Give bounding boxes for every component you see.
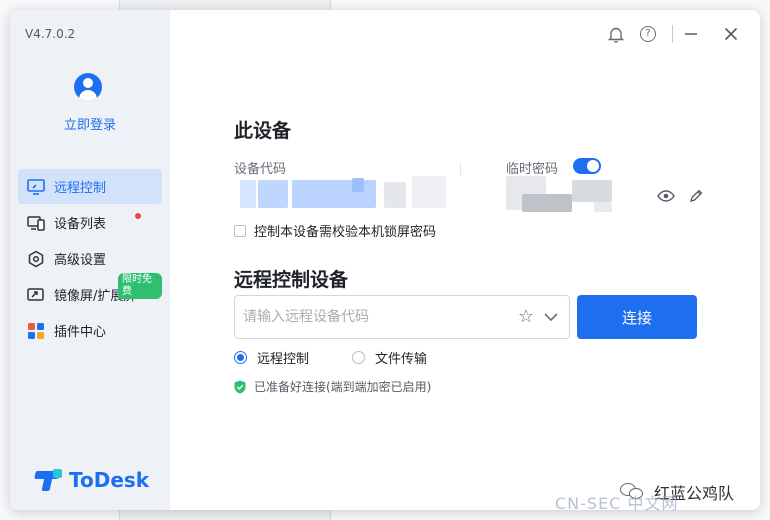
sidebar-item-plugins[interactable]: 插件中心 bbox=[18, 313, 162, 348]
sidebar-item-label: 设备列表 bbox=[54, 217, 107, 232]
login-link[interactable]: 立即登录 bbox=[10, 114, 170, 133]
mode-label: 文件传输 bbox=[375, 352, 428, 367]
field-divider bbox=[460, 162, 461, 176]
chevron-down-icon[interactable] bbox=[541, 307, 561, 327]
promo-badge: 限时免费 bbox=[118, 273, 162, 299]
plugins-icon bbox=[26, 321, 46, 341]
settings-hex-icon bbox=[26, 249, 46, 269]
todesk-logo-icon bbox=[34, 469, 63, 491]
mode-remote-control[interactable]: 远程控制 bbox=[234, 348, 309, 367]
status-text: 已准备好连接(端到端加密已启用) bbox=[254, 380, 432, 394]
lock-password-checkbox[interactable] bbox=[234, 224, 246, 237]
radio-file-transfer[interactable] bbox=[352, 351, 365, 364]
eye-icon[interactable] bbox=[656, 186, 676, 206]
sidebar-item-label: 高级设置 bbox=[54, 253, 107, 268]
device-code-label: 设备代码 bbox=[234, 162, 287, 177]
remote-code-input[interactable] bbox=[236, 297, 496, 337]
site-watermark: CN-SEC 中文网 bbox=[555, 494, 679, 513]
sidebar: V4.7.0.2 立即登录 远程控制 设备列表 高级设置 镜像屏/扩展屏 限时免… bbox=[10, 10, 170, 510]
star-icon[interactable]: ☆ bbox=[516, 307, 536, 327]
temp-password-label: 临时密码 bbox=[506, 162, 559, 177]
connection-status: 已准备好连接(端到端加密已启用) bbox=[234, 378, 431, 395]
edit-pencil-icon[interactable] bbox=[686, 186, 706, 206]
todesk-window: V4.7.0.2 立即登录 远程控制 设备列表 高级设置 镜像屏/扩展屏 限时免… bbox=[10, 10, 760, 510]
connect-button[interactable]: 连接 bbox=[577, 295, 697, 339]
devices-icon bbox=[26, 213, 46, 233]
mode-label: 远程控制 bbox=[257, 352, 310, 367]
mode-file-transfer[interactable]: 文件传输 bbox=[352, 348, 427, 367]
temp-password-toggle[interactable] bbox=[573, 158, 601, 174]
lock-password-label: 控制本设备需校验本机锁屏密码 bbox=[254, 225, 437, 240]
sidebar-item-device-list[interactable]: 设备列表 bbox=[18, 205, 162, 240]
avatar-icon[interactable] bbox=[74, 73, 102, 101]
notification-dot bbox=[135, 213, 141, 219]
remote-control-title: 远程控制设备 bbox=[234, 269, 349, 291]
this-device-title: 此设备 bbox=[234, 120, 292, 142]
brand-name: ToDesk bbox=[69, 468, 150, 492]
mirror-screen-icon bbox=[26, 285, 46, 305]
sidebar-item-label: 插件中心 bbox=[54, 325, 107, 340]
radio-remote-control[interactable] bbox=[234, 351, 247, 364]
main-panel: 此设备 设备代码 临时密码 控制本设备需校验本机锁屏密码 远程控制设备 请输入远… bbox=[170, 10, 760, 510]
shield-check-icon bbox=[234, 380, 246, 393]
lock-password-option[interactable]: 控制本设备需校验本机锁屏密码 bbox=[234, 221, 436, 240]
sidebar-item-remote-control[interactable]: 远程控制 bbox=[18, 169, 162, 204]
sidebar-item-advanced-settings[interactable]: 高级设置 bbox=[18, 241, 162, 276]
monitor-icon bbox=[26, 177, 46, 197]
sidebar-nav: 远程控制 设备列表 高级设置 镜像屏/扩展屏 限时免费 插件中心 bbox=[18, 169, 162, 349]
remote-code-field[interactable]: ☆ bbox=[234, 295, 570, 339]
sidebar-item-mirror-screen[interactable]: 镜像屏/扩展屏 限时免费 bbox=[18, 273, 162, 312]
version-label: V4.7.0.2 bbox=[25, 27, 76, 41]
sidebar-item-label: 远程控制 bbox=[54, 181, 107, 196]
todesk-logo: ToDesk bbox=[34, 468, 150, 492]
